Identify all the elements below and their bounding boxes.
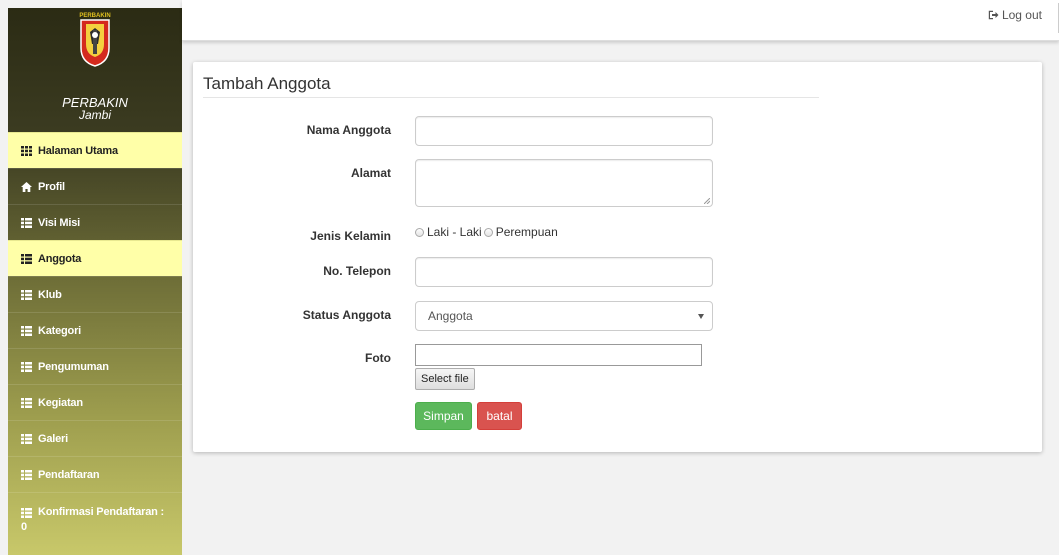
list-icon	[21, 217, 32, 228]
sidebar-item-anggota[interactable]: Anggota	[8, 240, 182, 276]
list-icon	[21, 289, 32, 300]
sidebar-item-label: Profil	[38, 180, 65, 193]
list-icon	[21, 361, 32, 372]
sidebar-item-kategori[interactable]: Kategori	[8, 312, 182, 348]
brand: PERBAKIN PERBAKIN Jambi	[8, 8, 182, 132]
jenis-kelamin-label: Jenis Kelamin	[310, 229, 391, 243]
sidebar-item-pendaftaran[interactable]: Pendaftaran	[8, 456, 182, 492]
sidebar-item-label: Kegiatan	[38, 396, 83, 409]
list-icon	[21, 253, 32, 264]
logout-link[interactable]: Log out	[988, 8, 1042, 22]
sidebar-item-label: Visi Misi	[38, 216, 81, 229]
home-icon	[21, 181, 32, 192]
list-icon	[21, 397, 32, 408]
logout-label: Log out	[1001, 8, 1042, 22]
no-telepon-label: No. Telepon	[323, 264, 391, 278]
sidebar-item-konfirmasi-pendaftaran[interactable]: Konfirmasi Pendaftaran : 0	[8, 492, 182, 542]
jenis-kelamin-radio-group: Laki - Laki Perempuan	[415, 225, 560, 239]
list-icon	[21, 469, 32, 480]
alamat-label: Alamat	[350, 166, 391, 180]
page-title: Tambah Anggota	[203, 74, 819, 98]
sidebar-item-visi-misi[interactable]: Visi Misi	[8, 204, 182, 240]
sidebar: PERBAKIN PERBAKIN Jambi Halaman Utama Pr…	[8, 8, 182, 555]
sidebar-item-label: Anggota	[38, 252, 82, 265]
sidebar-item-label: Galeri	[38, 432, 68, 445]
no-telepon-input[interactable]	[415, 257, 713, 287]
list-icon	[21, 325, 32, 336]
radio-perempuan-label: Perempuan	[495, 225, 558, 239]
sidebar-item-galeri[interactable]: Galeri	[8, 420, 182, 456]
sidebar-item-label: Konfirmasi Pendaftaran :	[38, 506, 165, 518]
status-anggota-label: Status Anggota	[302, 308, 391, 322]
sidebar-menu: Halaman Utama Profil Visi Misi Anggota K…	[8, 132, 182, 542]
status-anggota-select[interactable]: Anggota	[415, 301, 713, 331]
chevron-down-icon	[698, 314, 704, 319]
sidebar-item-label: Halaman Utama	[38, 144, 118, 157]
pending-count-badge: 0	[21, 521, 27, 533]
sidebar-item-label: Kategori	[38, 324, 82, 337]
alamat-textarea[interactable]	[415, 159, 713, 207]
brand-subtitle: Jambi	[78, 108, 111, 122]
list-icon	[21, 433, 32, 444]
sidebar-item-halaman-utama[interactable]: Halaman Utama	[8, 132, 182, 168]
nama-anggota-label: Nama Anggota	[306, 123, 391, 137]
batal-button[interactable]: batal	[477, 402, 522, 430]
select-file-button[interactable]: Select file	[415, 368, 475, 390]
nama-anggota-input[interactable]	[415, 116, 713, 146]
list-icon	[21, 508, 32, 518]
simpan-button[interactable]: Simpan	[415, 402, 472, 430]
resize-handle-icon[interactable]	[704, 198, 710, 204]
logo-text: PERBAKIN	[79, 13, 110, 19]
radio-perempuan[interactable]	[483, 227, 493, 237]
foto-label: Foto	[365, 351, 391, 365]
top-navbar: Log out	[182, 0, 1059, 41]
sidebar-item-pengumuman[interactable]: Pengumuman	[8, 348, 182, 384]
status-anggota-value: Anggota	[428, 309, 473, 323]
sidebar-item-label: Klub	[38, 288, 62, 301]
grid-icon	[21, 145, 32, 156]
logout-icon	[988, 10, 999, 20]
perbakin-logo: PERBAKIN	[79, 13, 111, 67]
radio-laki-laki-label: Laki - Laki	[427, 225, 482, 239]
sidebar-item-profil[interactable]: Profil	[8, 168, 182, 204]
foto-file-input[interactable]	[415, 344, 702, 366]
sidebar-item-kegiatan[interactable]: Kegiatan	[8, 384, 182, 420]
radio-laki-laki[interactable]	[415, 227, 424, 237]
form-panel: Tambah Anggota Nama Anggota Alamat Jenis…	[193, 62, 1042, 452]
sidebar-item-label: Pendaftaran	[38, 468, 100, 481]
sidebar-item-label: Pengumuman	[38, 360, 109, 373]
sidebar-item-klub[interactable]: Klub	[8, 276, 182, 312]
